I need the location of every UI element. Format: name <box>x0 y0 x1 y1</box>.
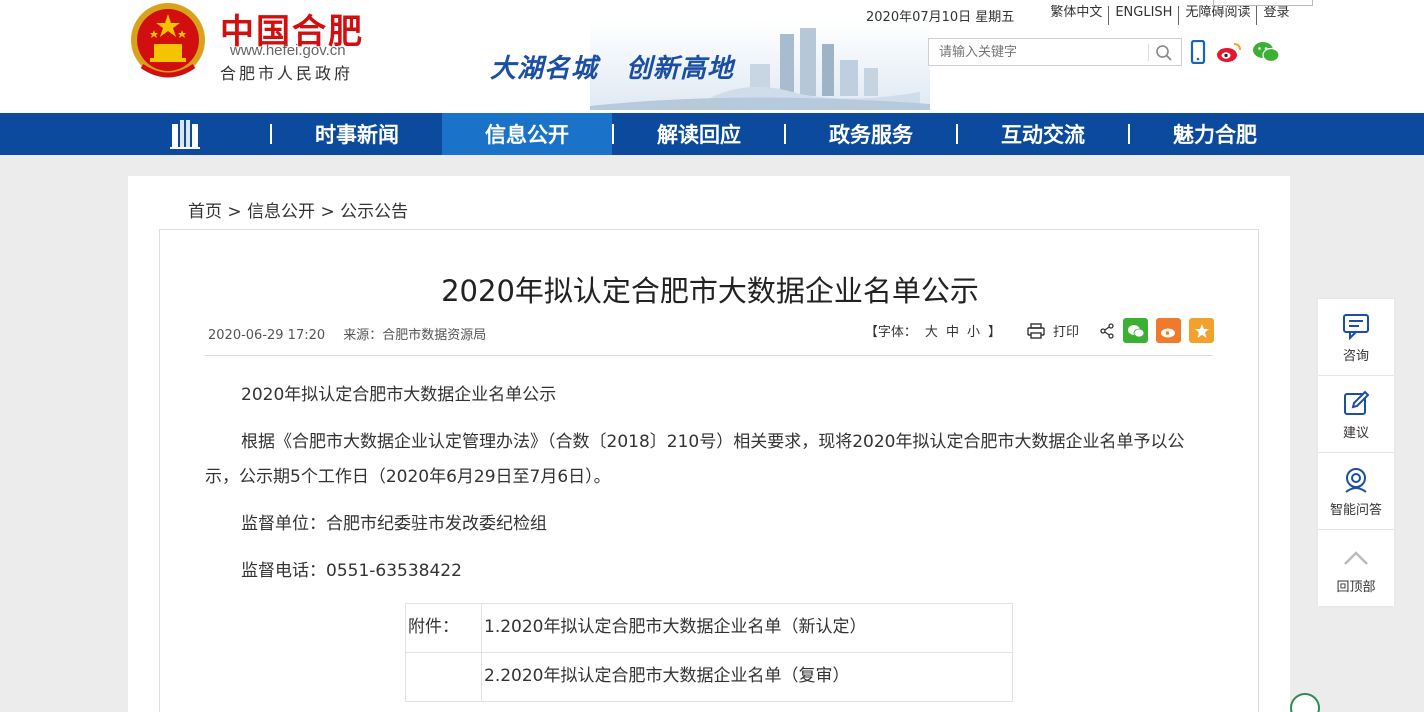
edit-icon <box>1344 390 1370 415</box>
nav-item-gov-services[interactable]: 政务服务 <box>786 113 956 155</box>
article-paragraph: 根据《合肥市大数据企业认定管理办法》（合数〔2018〕210号）相关要求，现将2… <box>205 432 1185 487</box>
font-label-end: 】 <box>987 325 1001 340</box>
article-source: 来源：合肥市数据资源局 <box>343 328 487 343</box>
article-title: 2020年拟认定合肥市大数据企业名单公示 <box>441 274 979 308</box>
site-slogan: 大湖名城 创新高地 <box>490 48 762 85</box>
site-logo-subtitle: 合肥市人民政府 <box>220 64 354 83</box>
breadcrumb-home[interactable]: 首页 <box>188 202 222 222</box>
search-input[interactable] <box>929 39 1147 65</box>
search-divider <box>1148 44 1149 61</box>
float-consult-label: 咨询 <box>1342 348 1369 364</box>
link-english[interactable]: ENGLISH <box>1109 6 1180 25</box>
nav-item-info-disclosure[interactable]: 信息公开 <box>442 113 612 155</box>
print-button[interactable]: 打印 <box>1053 321 1079 340</box>
mobile-icon[interactable] <box>1190 40 1206 64</box>
current-date: 2020年07月10日 星期五 <box>866 10 1015 25</box>
social-links <box>1190 40 1280 64</box>
font-medium-button[interactable]: 中 <box>946 325 959 340</box>
table-row: 2.2020年拟认定合肥市大数据企业名单（复审） <box>405 652 1013 702</box>
site-header: 中国合肥 www.hefei.gov.cn 合肥市人民政府 大湖名城 创新高地 2… <box>0 0 1424 113</box>
font-small-button[interactable]: 小 <box>967 325 980 340</box>
chat-icon <box>1343 313 1369 340</box>
home-building-icon <box>170 120 200 149</box>
article-container: 2020年拟认定合肥市大数据企业名单公示 2020-06-29 17:20 来源… <box>159 229 1259 712</box>
article-body: 2020年拟认定合肥市大数据企业名单公示 根据《合肥市大数据企业认定管理办法》（… <box>205 378 1215 601</box>
slogan-part-1: 大湖名城 <box>490 54 599 84</box>
nav-item-charm-hefei[interactable]: 魅力合肥 <box>1130 113 1300 155</box>
article-paragraph: 2020年拟认定合肥市大数据企业名单公示 <box>241 385 557 405</box>
share-icon[interactable] <box>1099 322 1115 339</box>
nav-home[interactable] <box>100 113 270 155</box>
search-box <box>928 38 1182 66</box>
chevron-up-icon <box>1344 550 1368 565</box>
article-tools: 【字体： 大中小】 打印 <box>861 318 1214 343</box>
wechat-icon[interactable] <box>1252 41 1280 63</box>
article-meta: 2020-06-29 17:20 来源：合肥市数据资源局 <box>208 324 500 343</box>
site-logo-url: www.hefei.gov.cn <box>230 42 346 59</box>
font-label: 【字体： <box>864 325 917 340</box>
main-navigation: 时事新闻 信息公开 解读回应 政务服务 互动交流 魅力合肥 <box>0 113 1424 155</box>
attachments-table: 附件： 1.2020年拟认定合肥市大数据企业名单（新认定） 2.2020年拟认定… <box>405 603 1013 702</box>
nav-item-interaction[interactable]: 互动交流 <box>958 113 1128 155</box>
article-paragraph: 监督电话：0551-63538422 <box>241 561 462 581</box>
float-consult-button[interactable]: 咨询 <box>1318 299 1394 375</box>
robot-service-icon <box>1345 467 1367 493</box>
top-utility-bar: 2020年07月10日 星期五 繁体中文 ENGLISH 无障碍阅读 登录 <box>866 6 1295 25</box>
nav-item-interpretation[interactable]: 解读回应 <box>614 113 784 155</box>
weibo-icon[interactable] <box>1216 41 1242 63</box>
attachment-link-2[interactable]: 2.2020年拟认定合肥市大数据企业名单（复审） <box>481 652 1013 702</box>
print-icon[interactable] <box>1027 322 1045 339</box>
float-suggest-label: 建议 <box>1342 425 1369 441</box>
dropdown-edge <box>1213 0 1313 6</box>
share-weibo-button[interactable] <box>1156 318 1181 343</box>
float-smart-qa-button[interactable]: 智能问答 <box>1318 453 1394 529</box>
wechat-icon <box>1127 324 1144 337</box>
table-row: 附件： 1.2020年拟认定合肥市大数据企业名单（新认定） <box>405 603 1013 653</box>
meta-divider <box>205 355 1213 356</box>
font-large-button[interactable]: 大 <box>925 325 938 340</box>
star-icon <box>1194 323 1209 338</box>
weibo-icon <box>1160 328 1175 337</box>
attachment-label-empty <box>405 652 482 702</box>
site-badge-icon[interactable] <box>1290 693 1320 712</box>
share-wechat-button[interactable] <box>1123 318 1148 343</box>
nav-item-news[interactable]: 时事新闻 <box>272 113 442 155</box>
search-icon[interactable] <box>1155 44 1173 62</box>
attachment-link-1[interactable]: 1.2020年拟认定合肥市大数据企业名单（新认定） <box>481 603 1013 653</box>
font-size-control: 【字体： 大中小】 <box>861 321 1005 340</box>
float-suggest-button[interactable]: 建议 <box>1318 376 1394 452</box>
article-paragraph: 监督单位：合肥市纪委驻市发改委纪检组 <box>241 514 547 534</box>
breadcrumb-announcements[interactable]: 公示公告 <box>340 202 408 222</box>
article-datetime: 2020-06-29 17:20 <box>208 328 326 343</box>
attachment-label: 附件： <box>405 603 482 653</box>
float-smart-qa-label: 智能问答 <box>1329 502 1382 518</box>
breadcrumb: 首页 > 信息公开 > 公示公告 <box>188 197 408 222</box>
right-float-bar: 咨询 建议 智能问答 回顶部 <box>1318 299 1394 607</box>
slogan-part-2: 创新高地 <box>626 54 735 84</box>
national-emblem-icon[interactable] <box>128 0 208 84</box>
link-accessibility[interactable]: 无障碍阅读 <box>1179 6 1258 25</box>
float-back-top-label: 回顶部 <box>1336 579 1376 595</box>
breadcrumb-sep: > <box>315 202 341 222</box>
breadcrumb-info-disclosure[interactable]: 信息公开 <box>247 202 315 222</box>
favorite-button[interactable] <box>1189 318 1214 343</box>
link-traditional-chinese[interactable]: 繁体中文 <box>1044 6 1110 25</box>
float-back-top-button[interactable]: 回顶部 <box>1318 530 1394 606</box>
breadcrumb-sep: > <box>222 202 248 222</box>
link-login[interactable]: 登录 <box>1257 6 1295 25</box>
